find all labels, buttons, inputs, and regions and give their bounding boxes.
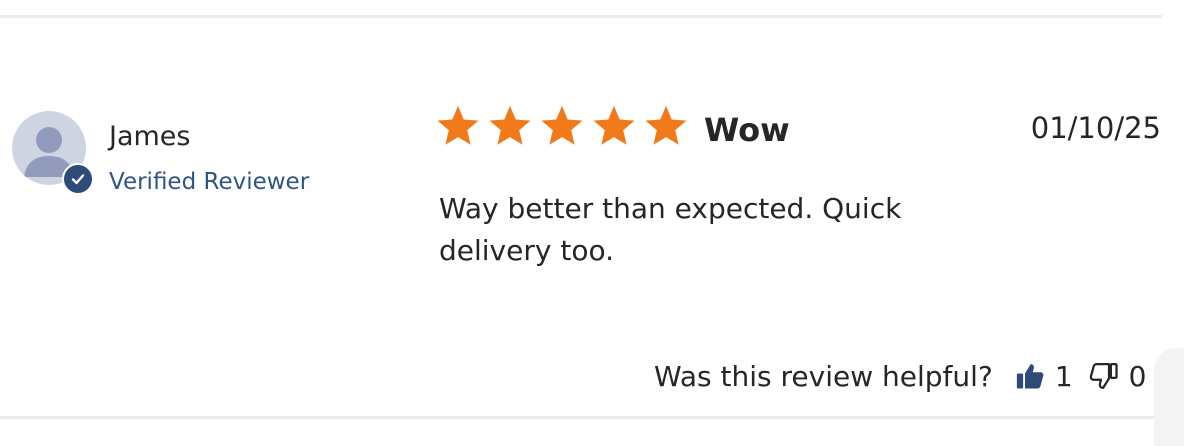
floating-side-tab[interactable] bbox=[1154, 348, 1184, 446]
review-body: Way better than expected. Quick delivery… bbox=[439, 192, 902, 267]
star-icon bbox=[645, 105, 687, 145]
top-divider bbox=[0, 15, 1162, 18]
thumbs-up-button[interactable]: 1 bbox=[1015, 360, 1073, 393]
verified-reviewer-label: Verified Reviewer bbox=[109, 169, 310, 195]
thumbs-up-icon bbox=[1016, 364, 1044, 389]
review-date: 01/10/25 bbox=[1030, 111, 1161, 145]
star-rating bbox=[433, 103, 691, 149]
thumbs-down-count: 0 bbox=[1128, 359, 1147, 393]
helpful-question: Was this review helpful? bbox=[654, 359, 993, 393]
review-item: James Verified Reviewer Wow 01/10/25 Way… bbox=[0, 0, 1184, 446]
thumbs-down-icon bbox=[1089, 363, 1118, 389]
helpful-vote-bar: Was this review helpful? 1 0 bbox=[654, 356, 1146, 396]
reviewer-name: James bbox=[109, 121, 191, 152]
thumbs-down-button[interactable]: 0 bbox=[1089, 359, 1147, 393]
star-icon bbox=[541, 105, 583, 145]
star-icon bbox=[489, 105, 531, 145]
star-icon bbox=[593, 105, 635, 145]
review-title: Wow bbox=[704, 111, 790, 149]
bottom-divider bbox=[0, 416, 1156, 419]
thumbs-up-count: 1 bbox=[1054, 359, 1073, 393]
star-icon bbox=[437, 105, 479, 145]
check-icon bbox=[62, 163, 94, 195]
